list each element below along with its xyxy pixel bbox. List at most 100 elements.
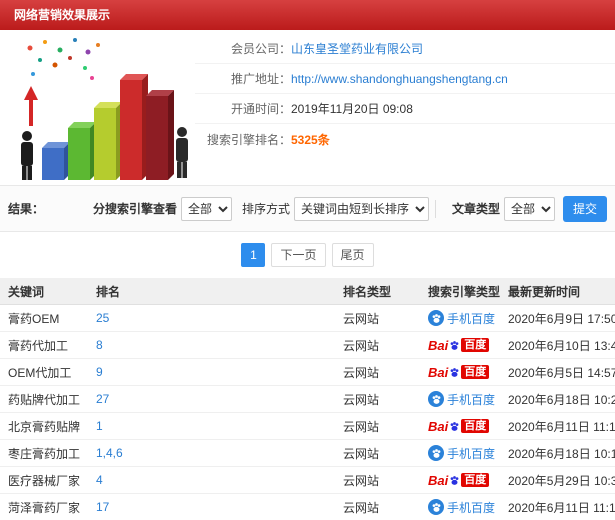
article-type-label: 文章类型 bbox=[451, 202, 500, 216]
updated-cell: 2020年6月10日 13:40 bbox=[508, 338, 615, 353]
updated-cell: 2020年6月11日 11:17 bbox=[508, 500, 615, 515]
baidu-logo-suffix: 百度 bbox=[461, 419, 490, 433]
filter-bar: 结果： 分搜索引擎查看 全部 排序方式 关键词由短到长排序 文章类型 全部 提交 bbox=[0, 186, 615, 232]
mobile-baidu-icon bbox=[428, 445, 444, 461]
mobile-baidu-icon bbox=[428, 391, 444, 407]
growth-arrow bbox=[24, 86, 38, 126]
engine-label: 手机百度 bbox=[447, 392, 496, 407]
sort-filter-label: 排序方式 bbox=[241, 202, 290, 216]
keyword-cell: 枣庄膏药加工 bbox=[8, 446, 81, 461]
baidu-logo-text: Bai bbox=[428, 472, 449, 488]
baidu-paw-icon bbox=[449, 475, 460, 486]
table-row: 医疗器械厂家 4 云网站 Bai 百度 2020年5月29日 10:32 bbox=[0, 467, 615, 494]
company-name-link[interactable]: 山东皇圣堂药业有限公司 bbox=[291, 40, 423, 57]
baidu-logo-text: Bai bbox=[428, 364, 449, 380]
rank-link[interactable]: 25 bbox=[96, 311, 109, 325]
rank-type-cell: 云网站 bbox=[343, 365, 380, 380]
baidu-paw-icon bbox=[449, 367, 460, 378]
next-page-button[interactable]: 下一页 bbox=[271, 243, 326, 267]
table-header-row: 关键词 排名 排名类型 搜索引擎类型 最新更新时间 bbox=[0, 278, 615, 305]
rank-link[interactable]: 1 bbox=[96, 419, 103, 433]
page-1-button[interactable]: 1 bbox=[241, 243, 266, 267]
rank-link[interactable]: 4 bbox=[96, 473, 103, 487]
businessman-right bbox=[176, 127, 188, 178]
rank-link[interactable]: 9 bbox=[96, 365, 103, 379]
rank-link[interactable]: 27 bbox=[96, 392, 109, 406]
confetti-dots bbox=[27, 38, 100, 80]
result-label: 结果： bbox=[8, 202, 45, 216]
promo-url-label: 推广地址： bbox=[230, 72, 291, 86]
table-row: 北京膏药贴牌 1 云网站 Bai 百度 2020年6月11日 11:18 bbox=[0, 413, 615, 440]
baidu-logo: Bai 百度 bbox=[428, 364, 490, 380]
filter-divider bbox=[434, 199, 436, 218]
info-row-url: 推广地址： http://www.shandonghuangshengtang.… bbox=[195, 64, 615, 94]
rank-link[interactable]: 17 bbox=[96, 500, 109, 514]
mobile-baidu-icon bbox=[428, 310, 444, 326]
updated-cell: 2020年6月18日 10:19 bbox=[508, 446, 615, 461]
table-row: 膏药OEM 25 云网站 手机百度 2020年6月9日 17:50 bbox=[0, 305, 615, 332]
rank-type-cell: 云网站 bbox=[343, 473, 380, 488]
article-type-select[interactable]: 全部 bbox=[503, 196, 555, 221]
updated-cell: 2020年6月18日 10:25 bbox=[508, 392, 615, 407]
page-title: 网络营销效果展示 bbox=[14, 8, 111, 22]
header-update-time: 最新更新时间 bbox=[508, 284, 581, 299]
chart-illustration bbox=[0, 30, 195, 186]
engine-cell: Bai 百度 bbox=[420, 365, 500, 380]
baidu-logo: Bai 百度 bbox=[428, 472, 490, 488]
submit-button[interactable]: 提交 bbox=[562, 195, 607, 222]
table-row: 菏泽膏药厂家 17 云网站 手机百度 2020年6月11日 11:17 bbox=[0, 494, 615, 520]
last-page-button[interactable]: 尾页 bbox=[331, 243, 374, 267]
engine-cell: Bai 百度 bbox=[420, 473, 500, 488]
engine-cell: 手机百度 bbox=[420, 391, 500, 408]
bar-chart-graphic bbox=[21, 38, 188, 180]
header-engine-type: 搜索引擎类型 bbox=[428, 284, 501, 299]
rank-type-cell: 云网站 bbox=[343, 446, 380, 461]
open-time-label: 开通时间： bbox=[230, 102, 291, 116]
keyword-cell: OEM代加工 bbox=[8, 365, 72, 380]
rank-type-cell: 云网站 bbox=[343, 338, 380, 353]
table-row: 枣庄膏药加工 1,4,6 云网站 手机百度 2020年6月18日 10:19 bbox=[0, 440, 615, 467]
rank-count-label: 搜索引擎排名： bbox=[206, 132, 291, 147]
engine-cell: Bai 百度 bbox=[420, 338, 500, 353]
businessman-left bbox=[21, 131, 33, 180]
table-row: 膏药代加工 8 云网站 Bai 百度 2020年6月10日 13:40 bbox=[0, 332, 615, 359]
table-row: 药贴牌代加工 27 云网站 手机百度 2020年6月18日 10:25 bbox=[0, 386, 615, 413]
engine-cell: 手机百度 bbox=[420, 499, 500, 516]
baidu-logo-text: Bai bbox=[428, 337, 449, 353]
updated-cell: 2020年6月5日 14:57 bbox=[508, 365, 615, 380]
baidu-logo-suffix: 百度 bbox=[461, 338, 490, 352]
info-section: 会员公司： 山东皇圣堂药业有限公司 推广地址： http://www.shand… bbox=[0, 30, 615, 186]
open-time-value: 2019年11月20日 09:08 bbox=[291, 102, 413, 116]
header-rank: 排名 bbox=[96, 284, 121, 299]
table-row: OEM代加工 9 云网站 Bai 百度 2020年6月5日 14:57 bbox=[0, 359, 615, 386]
baidu-logo-suffix: 百度 bbox=[461, 365, 490, 379]
sort-filter-select[interactable]: 关键词由短到长排序 bbox=[293, 196, 429, 221]
promo-url-link[interactable]: http://www.shandonghuangshengtang.cn bbox=[291, 72, 508, 86]
rank-type-cell: 云网站 bbox=[343, 419, 380, 434]
rank-link[interactable]: 8 bbox=[96, 338, 103, 352]
company-label: 会员公司： bbox=[230, 42, 291, 56]
info-row-open-time: 开通时间： 2019年11月20日 09:08 bbox=[195, 94, 615, 124]
keyword-cell: 菏泽膏药厂家 bbox=[8, 500, 81, 515]
engine-filter-label: 分搜索引擎查看 bbox=[92, 202, 177, 216]
keyword-cell: 膏药代加工 bbox=[8, 338, 69, 353]
info-row-company: 会员公司： 山东皇圣堂药业有限公司 bbox=[195, 34, 615, 64]
updated-cell: 2020年6月11日 11:18 bbox=[508, 419, 615, 434]
keyword-cell: 膏药OEM bbox=[8, 311, 60, 326]
header-rank-type: 排名类型 bbox=[343, 284, 392, 299]
engine-cell: Bai 百度 bbox=[420, 419, 500, 434]
rank-link[interactable]: 1,4,6 bbox=[96, 446, 123, 460]
table-body: 膏药OEM 25 云网站 手机百度 2020年6月9日 17:50 膏药代加工 8 云网站 Ba… bbox=[0, 305, 615, 520]
baidu-logo: Bai 百度 bbox=[428, 337, 490, 353]
pagination: 1 下一页 尾页 bbox=[0, 232, 615, 278]
updated-cell: 2020年5月29日 10:32 bbox=[508, 473, 615, 488]
engine-label: 手机百度 bbox=[447, 500, 496, 515]
baidu-logo-text: Bai bbox=[428, 418, 449, 434]
keyword-cell: 药贴牌代加工 bbox=[8, 392, 81, 407]
engine-label: 手机百度 bbox=[447, 446, 496, 461]
engine-filter-select[interactable]: 全部 bbox=[180, 196, 232, 221]
engine-cell: 手机百度 bbox=[420, 310, 500, 327]
rank-type-cell: 云网站 bbox=[343, 392, 380, 407]
keyword-cell: 医疗器械厂家 bbox=[8, 473, 81, 488]
updated-cell: 2020年6月9日 17:50 bbox=[508, 311, 615, 326]
